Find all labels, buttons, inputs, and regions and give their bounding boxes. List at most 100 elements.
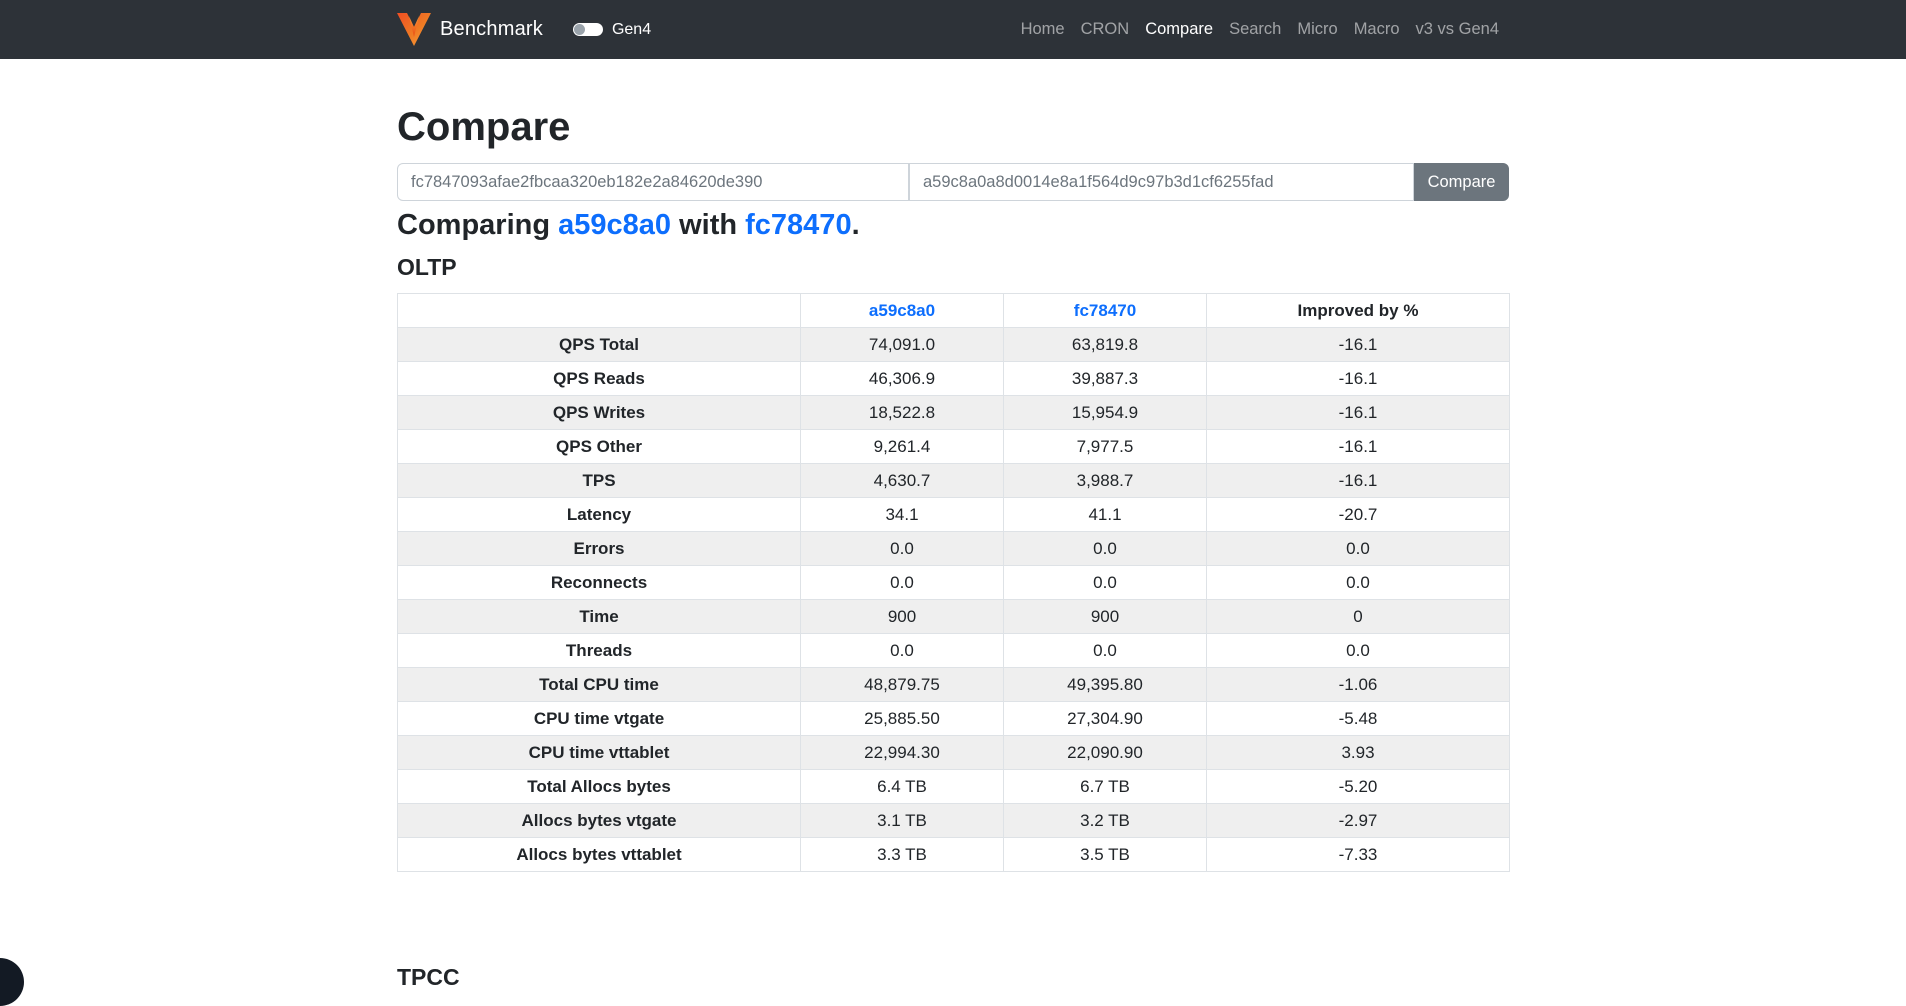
- table-row: CPU time vtgate25,885.5027,304.90-5.48: [398, 702, 1510, 736]
- nav-link-home[interactable]: Home: [1021, 20, 1065, 39]
- improved-value-cell: -16.1: [1207, 430, 1510, 464]
- improved-value-cell: -16.1: [1207, 396, 1510, 430]
- page-title: Compare: [397, 103, 1509, 151]
- nav-link-search[interactable]: Search: [1229, 20, 1281, 39]
- commit-value-cell-fc78470: 900: [1004, 600, 1207, 634]
- commit-value-cell-fc78470: 7,977.5: [1004, 430, 1207, 464]
- commit-value-cell-fc78470: 6.7 TB: [1004, 770, 1207, 804]
- row-label-cell: Errors: [398, 532, 801, 566]
- commit-value-cell-a59c8a0: 46,306.9: [801, 362, 1004, 396]
- compare-form: Compare: [397, 163, 1509, 201]
- commit-value-cell-a59c8a0: 3.3 TB: [801, 838, 1004, 872]
- improved-header-cell: Improved by %: [1207, 294, 1510, 328]
- commit-value-cell-a59c8a0: 900: [801, 600, 1004, 634]
- row-label-cell: Reconnects: [398, 566, 801, 600]
- table-row: QPS Other9,261.47,977.5-16.1: [398, 430, 1510, 464]
- table-header-row: a59c8a0 fc78470 Improved by %: [398, 294, 1510, 328]
- table-row: CPU time vttablet22,994.3022,090.903.93: [398, 736, 1510, 770]
- table-row: Latency34.141.1-20.7: [398, 498, 1510, 532]
- brand[interactable]: Benchmark: [397, 13, 543, 46]
- gen4-toggle-label: Gen4: [612, 21, 651, 39]
- row-label-cell: Total Allocs bytes: [398, 770, 801, 804]
- commit-value-cell-a59c8a0: 48,879.75: [801, 668, 1004, 702]
- improved-value-cell: 0.0: [1207, 532, 1510, 566]
- tpcc-section-title: TPCC: [397, 964, 1509, 991]
- row-label-cell: Time: [398, 600, 801, 634]
- vitess-logo-icon: [397, 13, 431, 46]
- improved-value-cell: -2.97: [1207, 804, 1510, 838]
- metric-header-cell: [398, 294, 801, 328]
- commit-value-cell-fc78470: 3.2 TB: [1004, 804, 1207, 838]
- improved-value-cell: -16.1: [1207, 362, 1510, 396]
- row-label-cell: QPS Reads: [398, 362, 801, 396]
- oltp-section-title: OLTP: [397, 254, 1509, 281]
- commit-b-header-cell: fc78470: [1004, 294, 1207, 328]
- comparing-middle: with: [671, 209, 745, 241]
- right-commit-link[interactable]: fc78470: [745, 209, 851, 241]
- commit-value-cell-fc78470: 63,819.8: [1004, 328, 1207, 362]
- commit-a-header-link[interactable]: a59c8a0: [869, 301, 935, 320]
- commit-value-cell-a59c8a0: 18,522.8: [801, 396, 1004, 430]
- commit-value-cell-fc78470: 15,954.9: [1004, 396, 1207, 430]
- improved-value-cell: 0: [1207, 600, 1510, 634]
- row-label-cell: Threads: [398, 634, 801, 668]
- table-row: Reconnects0.00.00.0: [398, 566, 1510, 600]
- commit-value-cell-a59c8a0: 74,091.0: [801, 328, 1004, 362]
- table-row: Allocs bytes vtgate3.1 TB3.2 TB-2.97: [398, 804, 1510, 838]
- row-label-cell: Allocs bytes vttablet: [398, 838, 801, 872]
- commit-value-cell-fc78470: 0.0: [1004, 532, 1207, 566]
- nav-link-v3-vs-gen4[interactable]: v3 vs Gen4: [1416, 20, 1499, 39]
- commit-value-cell-fc78470: 41.1: [1004, 498, 1207, 532]
- table-row: Total CPU time48,879.7549,395.80-1.06: [398, 668, 1510, 702]
- commit-value-cell-fc78470: 49,395.80: [1004, 668, 1207, 702]
- row-label-cell: CPU time vttablet: [398, 736, 801, 770]
- table-row: TPS4,630.73,988.7-16.1: [398, 464, 1510, 498]
- nav-link-macro[interactable]: Macro: [1354, 20, 1400, 39]
- commit-value-cell-a59c8a0: 0.0: [801, 634, 1004, 668]
- row-label-cell: Allocs bytes vtgate: [398, 804, 801, 838]
- improved-value-cell: -1.06: [1207, 668, 1510, 702]
- improved-value-cell: -5.20: [1207, 770, 1510, 804]
- table-row: Allocs bytes vttablet3.3 TB3.5 TB-7.33: [398, 838, 1510, 872]
- row-label-cell: TPS: [398, 464, 801, 498]
- table-row: Errors0.00.00.0: [398, 532, 1510, 566]
- commit-value-cell-a59c8a0: 0.0: [801, 566, 1004, 600]
- table-row: Total Allocs bytes6.4 TB6.7 TB-5.20: [398, 770, 1510, 804]
- commit-value-cell-fc78470: 27,304.90: [1004, 702, 1207, 736]
- row-label-cell: QPS Total: [398, 328, 801, 362]
- commit-value-cell-a59c8a0: 22,994.30: [801, 736, 1004, 770]
- commit-b-header-link[interactable]: fc78470: [1074, 301, 1136, 320]
- row-label-cell: QPS Writes: [398, 396, 801, 430]
- commit-value-cell-fc78470: 3.5 TB: [1004, 838, 1207, 872]
- row-label-cell: Total CPU time: [398, 668, 801, 702]
- gen4-toggle[interactable]: [573, 23, 603, 36]
- commit-value-cell-fc78470: 0.0: [1004, 634, 1207, 668]
- table-row: Threads0.00.00.0: [398, 634, 1510, 668]
- compare-button[interactable]: Compare: [1414, 163, 1509, 201]
- top-navbar: Benchmark Gen4 Home CRON Compare Search Micr…: [0, 0, 1906, 59]
- right-commit-input[interactable]: [909, 163, 1414, 201]
- commit-value-cell-a59c8a0: 0.0: [801, 532, 1004, 566]
- table-row: Time9009000: [398, 600, 1510, 634]
- nav-links: Home CRON Compare Search Micro Macro v3 vs Gen…: [1021, 20, 1509, 39]
- improved-value-cell: -7.33: [1207, 838, 1510, 872]
- nav-link-micro[interactable]: Micro: [1297, 20, 1337, 39]
- oltp-compare-table: a59c8a0 fc78470 Improved by % QPS Total7…: [397, 293, 1510, 872]
- commit-value-cell-fc78470: 0.0: [1004, 566, 1207, 600]
- comparing-suffix: .: [852, 209, 860, 241]
- left-commit-input[interactable]: [397, 163, 909, 201]
- commit-value-cell-fc78470: 22,090.90: [1004, 736, 1207, 770]
- improved-value-cell: -5.48: [1207, 702, 1510, 736]
- improved-value-cell: 0.0: [1207, 634, 1510, 668]
- corner-cutoff-shape: [0, 958, 24, 1006]
- row-label-cell: QPS Other: [398, 430, 801, 464]
- commit-a-header-cell: a59c8a0: [801, 294, 1004, 328]
- nav-link-compare[interactable]: Compare: [1145, 20, 1213, 39]
- left-commit-link[interactable]: a59c8a0: [558, 209, 671, 241]
- commit-value-cell-a59c8a0: 3.1 TB: [801, 804, 1004, 838]
- table-row: QPS Reads46,306.939,887.3-16.1: [398, 362, 1510, 396]
- commit-value-cell-a59c8a0: 4,630.7: [801, 464, 1004, 498]
- nav-link-cron[interactable]: CRON: [1081, 20, 1130, 39]
- commit-value-cell-a59c8a0: 6.4 TB: [801, 770, 1004, 804]
- commit-value-cell-fc78470: 39,887.3: [1004, 362, 1207, 396]
